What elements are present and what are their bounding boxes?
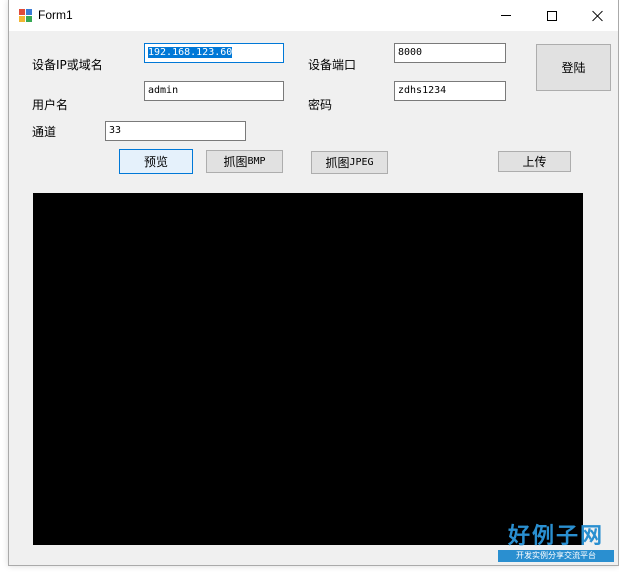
capture-jpeg-button[interactable]: 抓图 JPEG — [311, 151, 388, 174]
close-button[interactable] — [575, 0, 621, 31]
port-input[interactable]: 8000 — [394, 43, 506, 63]
capture-jpeg-suffix: JPEG — [349, 157, 374, 168]
maximize-icon — [547, 10, 557, 21]
watermark-title: 好例子网 — [507, 523, 604, 549]
maximize-button[interactable] — [529, 0, 575, 31]
capture-bmp-button[interactable]: 抓图 BMP — [206, 150, 283, 173]
username-label: 用户名 — [32, 98, 69, 112]
minimize-icon — [501, 15, 511, 16]
login-button[interactable]: 登陆 — [536, 44, 611, 91]
close-icon — [592, 10, 604, 22]
watermark-logo: 好例子网 开发实例分享交流平台 — [498, 524, 614, 566]
channel-input[interactable]: 33 — [105, 121, 246, 141]
ip-input[interactable]: 192.168.123.60 — [144, 43, 284, 63]
app-icon — [19, 9, 32, 22]
capture-bmp-suffix: BMP — [247, 156, 266, 167]
password-input[interactable]: zdhs1234 — [394, 81, 506, 101]
video-preview-panel — [33, 193, 583, 545]
title-bar[interactable]: Form1 — [9, 0, 618, 31]
ip-label: 设备IP或域名 — [32, 58, 103, 72]
window-title: Form1 — [38, 8, 73, 22]
minimize-button[interactable] — [483, 0, 529, 31]
capture-jpeg-prefix: 抓图 — [325, 156, 350, 170]
main-window: Form1 设备IP或域名 192.168.123.60 设备端口 8000 登… — [8, 0, 619, 566]
ip-input-value: 192.168.123.60 — [148, 47, 233, 58]
password-label: 密码 — [308, 98, 333, 112]
watermark-subtitle: 开发实例分享交流平台 — [498, 550, 614, 562]
preview-button[interactable]: 预览 — [119, 149, 193, 174]
channel-label: 通道 — [32, 125, 57, 139]
username-input[interactable]: admin — [144, 81, 284, 101]
port-label: 设备端口 — [308, 58, 357, 72]
background-app-strip — [619, 0, 629, 575]
upload-button[interactable]: 上传 — [498, 151, 571, 172]
capture-bmp-prefix: 抓图 — [223, 155, 248, 169]
